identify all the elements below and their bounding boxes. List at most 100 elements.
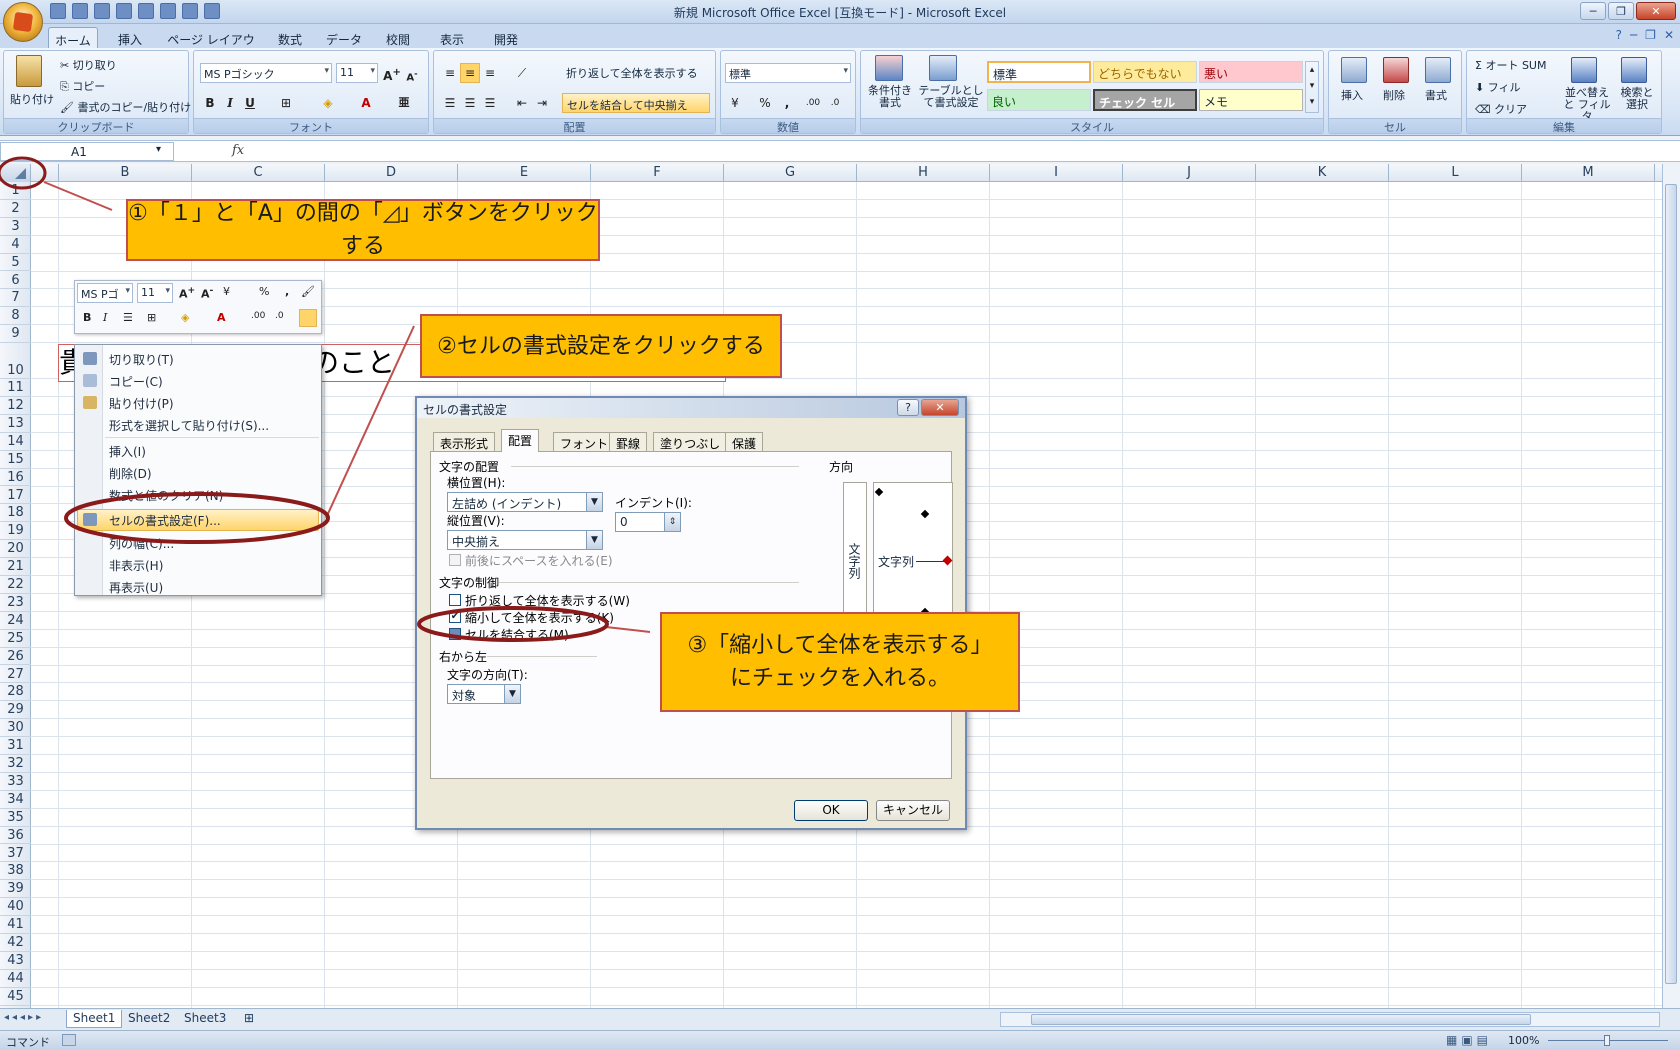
row-header[interactable]: 32 xyxy=(0,755,31,773)
row-header[interactable]: 40 xyxy=(0,898,31,917)
doc-restore-icon[interactable]: ❐ xyxy=(1645,28,1656,42)
tab-fill[interactable]: 塗りつぶし xyxy=(653,432,728,451)
column-header[interactable]: H xyxy=(857,164,990,182)
direction-select[interactable]: 対象 ▼ xyxy=(447,684,521,704)
style-check-cell[interactable]: チェック セル xyxy=(1093,89,1197,111)
tab-developer[interactable]: 開発 xyxy=(486,27,526,48)
vertical-scroll-thumb[interactable] xyxy=(1665,184,1677,984)
row-header[interactable]: 15 xyxy=(0,451,31,469)
menu-item-format-cells[interactable]: セルの書式設定(F)... xyxy=(109,512,221,529)
row-header[interactable]: 27 xyxy=(0,666,31,684)
mini-shrink-font-button[interactable]: A- xyxy=(201,285,213,301)
menu-item-paste[interactable]: 貼り付け(P) xyxy=(109,395,174,412)
tab-insert[interactable]: 挿入 xyxy=(110,27,150,48)
underline-button[interactable]: U xyxy=(240,93,260,113)
tab-formulas[interactable]: 数式 xyxy=(270,27,310,48)
fill-color-button[interactable]: ◈ xyxy=(318,93,338,113)
row-header[interactable]: 7 xyxy=(0,289,31,308)
menu-item-cut[interactable]: 切り取り(T) xyxy=(109,351,174,368)
row-header[interactable]: 35 xyxy=(0,809,31,827)
mini-center-button[interactable]: ☰ xyxy=(123,311,133,324)
name-box[interactable]: A1 xyxy=(0,142,174,161)
column-header[interactable] xyxy=(31,164,59,182)
find-select-button[interactable]: 検索と 選択 xyxy=(1615,87,1659,111)
row-header[interactable]: 9 xyxy=(0,325,31,344)
column-header[interactable]: K xyxy=(1256,164,1389,182)
grow-font-button[interactable]: A+ xyxy=(382,63,402,83)
row-header[interactable]: 22 xyxy=(0,576,31,594)
tab-data[interactable]: データ xyxy=(324,27,364,48)
row-header[interactable]: 10 xyxy=(0,343,31,380)
dialog-help-button[interactable]: ? xyxy=(897,399,919,416)
cut-button[interactable]: ✂ 切り取り xyxy=(60,57,117,73)
justify-distributed-checkbox[interactable] xyxy=(449,554,461,566)
row-header[interactable]: 41 xyxy=(0,916,31,934)
dialog-close-button[interactable]: ✕ xyxy=(921,399,959,416)
row-header[interactable]: 19 xyxy=(0,522,31,541)
indent-spinner[interactable]: 0 ⇕ xyxy=(615,512,681,532)
autosum-button[interactable]: Σ オート SUM xyxy=(1475,57,1546,73)
row-header[interactable]: 4 xyxy=(0,236,31,254)
menu-item-clear-contents[interactable]: 数式と値のクリア(N) xyxy=(109,487,223,504)
menu-item-column-width[interactable]: 列の幅(C)... xyxy=(109,535,174,552)
phonetic-button[interactable]: 亜 xyxy=(394,93,414,113)
format-cells-button[interactable]: 書式 xyxy=(1425,87,1447,103)
horizontal-scrollbar[interactable] xyxy=(1000,1012,1660,1027)
orientation-button[interactable]: ⟋ xyxy=(512,63,532,83)
mini-bold-button[interactable]: B xyxy=(83,311,91,324)
row-header[interactable]: 45 xyxy=(0,988,31,1006)
mini-size-combo[interactable]: 11 xyxy=(137,283,173,303)
row-header[interactable]: 21 xyxy=(0,558,31,576)
align-middle-button[interactable]: ≡ xyxy=(460,63,480,83)
row-header[interactable]: 17 xyxy=(0,487,31,505)
align-center-button[interactable]: ☰ xyxy=(460,93,480,113)
sheet-nav-arrows-icon[interactable]: ◂◂◂▸▸ xyxy=(4,1012,44,1023)
wrap-text-checkbox[interactable] xyxy=(449,594,461,606)
tab-protection[interactable]: 保護 xyxy=(725,432,764,451)
sheet-tab-2[interactable]: Sheet2 xyxy=(122,1010,176,1028)
style-note[interactable]: メモ xyxy=(1199,89,1303,111)
insert-cells-button[interactable]: 挿入 xyxy=(1341,87,1363,103)
merge-cells-checkbox[interactable] xyxy=(449,628,461,640)
formula-input[interactable] xyxy=(256,143,1660,160)
tab-review[interactable]: 校閲 xyxy=(378,27,418,48)
row-header[interactable]: 36 xyxy=(0,827,31,845)
merge-center-button[interactable]: セルを結合して中央揃え xyxy=(562,93,710,113)
insert-sheet-icon[interactable]: ⊞ xyxy=(238,1010,260,1028)
increase-decimal-button[interactable]: .00 xyxy=(803,93,823,113)
italic-button[interactable]: I xyxy=(220,93,240,113)
vertical-scrollbar[interactable] xyxy=(1662,164,1680,1008)
currency-button[interactable]: ¥ xyxy=(725,93,745,113)
row-header[interactable]: 30 xyxy=(0,719,31,738)
number-format-combo[interactable]: 標準 xyxy=(725,63,851,83)
tab-border[interactable]: 罫線 xyxy=(609,432,648,451)
tab-page-layout[interactable]: ページ レイアウト xyxy=(166,27,256,64)
row-header[interactable]: 33 xyxy=(0,773,31,791)
delete-cells-button[interactable]: 削除 xyxy=(1383,87,1405,103)
border-button[interactable]: ⊞ xyxy=(276,93,296,113)
office-button[interactable] xyxy=(3,2,43,42)
align-bottom-button[interactable]: ≡ xyxy=(480,63,500,83)
row-header[interactable]: 25 xyxy=(0,630,31,648)
column-header[interactable]: G xyxy=(724,164,857,182)
mini-format-painter-icon[interactable]: 🖌 xyxy=(301,285,315,298)
mini-merge-button[interactable] xyxy=(299,309,317,327)
help-icon[interactable]: ? xyxy=(1616,28,1622,42)
row-header[interactable]: 26 xyxy=(0,648,31,666)
align-left-button[interactable]: ☰ xyxy=(440,93,460,113)
column-header[interactable]: I xyxy=(990,164,1123,182)
tab-view[interactable]: 表示 xyxy=(432,27,472,48)
decrease-indent-button[interactable]: ⇤ xyxy=(512,93,532,113)
style-bad[interactable]: 悪い xyxy=(1199,61,1303,83)
format-painter-button[interactable]: 🖌 書式のコピー/貼り付け xyxy=(60,99,191,115)
row-header[interactable]: 5 xyxy=(0,254,31,272)
row-header[interactable]: 43 xyxy=(0,952,31,970)
sheet-tab-1[interactable]: Sheet1 xyxy=(66,1010,123,1028)
close-button[interactable]: ✕ xyxy=(1636,2,1676,20)
mini-decrease-decimal-button[interactable]: .0 xyxy=(275,311,284,321)
zoom-level[interactable]: 100% xyxy=(1508,1034,1539,1047)
horizontal-scroll-thumb[interactable] xyxy=(1031,1014,1531,1025)
row-header[interactable]: 44 xyxy=(0,970,31,988)
row-header[interactable]: 29 xyxy=(0,701,31,720)
tab-number[interactable]: 表示形式 xyxy=(433,432,496,451)
